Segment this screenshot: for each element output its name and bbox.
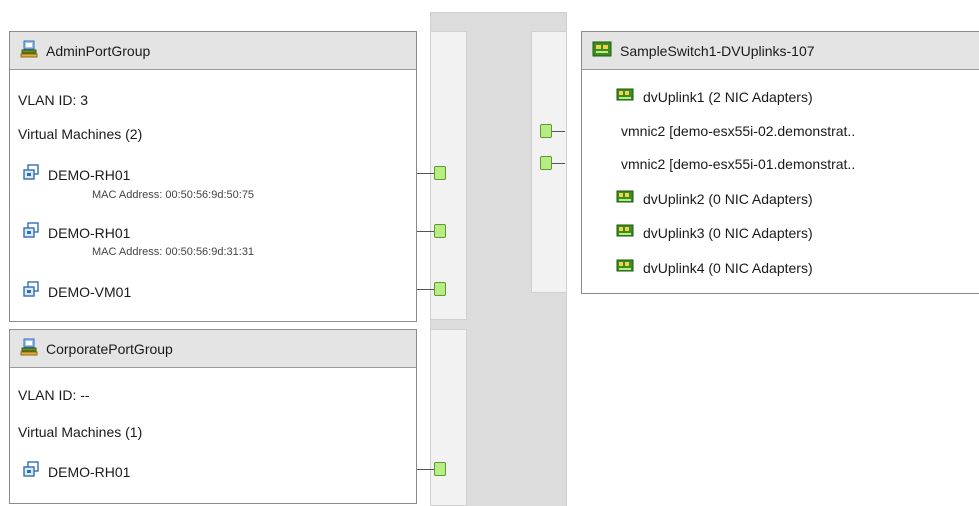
nic-card-icon: [616, 190, 634, 207]
uplink-label: dvUplink1 (2 NIC Adapters): [643, 88, 813, 105]
vm-item[interactable]: DEMO-RH01: [22, 164, 130, 185]
virtual-machine-icon: [22, 281, 40, 302]
vm-port-connector[interactable]: [434, 462, 446, 476]
corporate-port-lane: [430, 329, 467, 506]
port-group-title: AdminPortGroup: [46, 42, 151, 59]
nic-adapter-item[interactable]: vmnic2 [demo-esx55i-02.demonstrat..: [621, 123, 855, 139]
nic-card-icon: [616, 224, 634, 241]
vm-item[interactable]: DEMO-VM01: [22, 281, 131, 302]
uplink-group-header[interactable]: SampleSwitch1-DVUplinks-107: [582, 32, 979, 70]
vm-name: DEMO-RH01: [48, 224, 131, 241]
uplink-port-connector[interactable]: [540, 124, 552, 138]
port-wire: [417, 469, 434, 470]
admin-port-group-header[interactable]: AdminPortGroup: [10, 32, 416, 70]
vm-item[interactable]: DEMO-RH01: [22, 222, 130, 243]
virtual-machines-header: Virtual Machines (1): [18, 424, 143, 440]
vlan-id-label: VLAN ID: --: [18, 387, 90, 403]
vm-port-connector[interactable]: [434, 166, 446, 180]
port-wire: [552, 163, 565, 164]
virtual-machines-header: Virtual Machines (2): [18, 126, 143, 142]
uplink-port-connector[interactable]: [540, 156, 552, 170]
port-wire: [552, 131, 565, 132]
corporate-port-group-header[interactable]: CorporatePortGroup: [10, 330, 416, 368]
vm-name: DEMO-RH01: [48, 166, 131, 183]
vm-item[interactable]: DEMO-RH01: [22, 461, 130, 482]
uplink-item[interactable]: dvUplink4 (0 NIC Adapters): [616, 259, 813, 276]
uplink-label: dvUplink4 (0 NIC Adapters): [643, 259, 813, 276]
uplink-group-panel[interactable]: SampleSwitch1-DVUplinks-107 dvUplink1 (2…: [581, 31, 979, 294]
virtual-machine-icon: [22, 164, 40, 185]
uplink-item[interactable]: dvUplink1 (2 NIC Adapters): [616, 88, 813, 105]
vm-port-connector[interactable]: [434, 282, 446, 296]
virtual-machine-icon: [22, 222, 40, 243]
vm-name: DEMO-VM01: [48, 283, 132, 300]
uplink-group-title: SampleSwitch1-DVUplinks-107: [620, 42, 815, 59]
uplink-label: dvUplink2 (0 NIC Adapters): [643, 190, 813, 207]
uplink-item[interactable]: dvUplink2 (0 NIC Adapters): [616, 190, 813, 207]
admin-port-group-panel[interactable]: AdminPortGroup VLAN ID: 3 Virtual Machin…: [9, 31, 417, 322]
nic-adapter-item[interactable]: vmnic2 [demo-esx55i-01.demonstrat..: [621, 156, 855, 172]
port-group-title: CorporatePortGroup: [46, 340, 173, 357]
nic-card-icon: [616, 88, 634, 105]
uplink-item[interactable]: dvUplink3 (0 NIC Adapters): [616, 224, 813, 241]
uplink-group-icon: [592, 40, 612, 61]
port-wire: [417, 173, 434, 174]
corporate-port-group-panel[interactable]: CorporatePortGroup VLAN ID: -- Virtual M…: [9, 329, 417, 504]
port-wire: [417, 289, 434, 290]
port-wire: [417, 231, 434, 232]
mac-address: MAC Address: 00:50:56:9d:50:75: [92, 189, 255, 201]
vm-port-connector[interactable]: [434, 224, 446, 238]
network-port-group-icon: [20, 338, 38, 359]
mac-address: MAC Address: 00:50:56:9d:31:31: [92, 246, 255, 258]
uplink-label: dvUplink3 (0 NIC Adapters): [643, 224, 813, 241]
vlan-id-label: VLAN ID: 3: [18, 92, 89, 108]
vm-name: DEMO-RH01: [48, 463, 131, 480]
nic-card-icon: [616, 259, 634, 276]
network-port-group-icon: [20, 40, 38, 61]
virtual-machine-icon: [22, 461, 40, 482]
